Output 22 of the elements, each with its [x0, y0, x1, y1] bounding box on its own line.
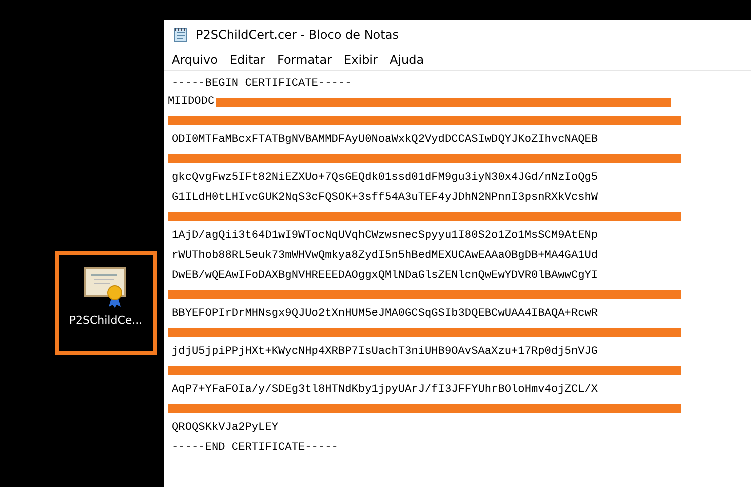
notepad-icon: [173, 27, 189, 43]
text-line: AqP7+YFaFOIa/y/SDEg3tl8HTNdKby1jpyUArJ/fI3JFFYUhrBOloHmv4ojZCL/X: [172, 383, 598, 398]
text-line: gkcQvgFwz5IFt82NiEZXUo+7QsGEQdk01ssd01dFM9gu3iyN30x4JGd/nNzIoQg5: [172, 171, 598, 186]
icon-label: P2SChildCe...: [69, 314, 143, 327]
menu-item[interactable]: Formatar: [271, 53, 338, 67]
text-line: rWUThob88RL5euk73mWHVwQmkya8ZydI5n5hBedMEXUCAwEAAaOBgDB+MA4GA1Ud: [172, 249, 598, 264]
text-line: DwEB/wQEAwIFoDAXBgNVHREEEDAOggxQMlNDaGlsZENlcnQwEwYDVR0lBAwwCgYI: [172, 269, 598, 284]
menu-item[interactable]: Exibir: [338, 53, 384, 67]
text-line: BBYEFOPIrDrMHNsgx9QJUo2tXnHUM5eJMA0GCSqGSIb3DQEBCwUAA4IBAQA+RcwR: [172, 307, 598, 322]
text-line: MIIDODC: [168, 95, 215, 110]
text-line: 1AjD/agQii3t64D1wI9WTocNqUVqhCWzwsnecSpyyu1I80S2o1Zo1MsSCM9AtENp: [172, 229, 598, 244]
menu-item[interactable]: Arquivo: [166, 53, 224, 67]
menu-item[interactable]: Ajuda: [384, 53, 430, 67]
text-line: QROQSKkVJa2PyLEY: [172, 421, 279, 436]
desktop-icon[interactable]: P2SChildCe...: [55, 251, 157, 355]
text-line: -----END CERTIFICATE-----: [172, 441, 338, 456]
text-line: G1ILdH0tLHIvcGUK2NqS3cFQSOK+3sff54A3uTEF4yJDhN2NPnnI3psnRXkVcshW: [172, 191, 598, 206]
text-line: jdjU5jpiPPjHXt+KWycNHp4XRBP7IsUachT3niUHB9OAvSAaXzu+17Rp0dj5nVJG: [172, 345, 598, 360]
text-line: -----BEGIN CERTIFICATE-----: [172, 77, 352, 92]
menu-item[interactable]: Editar: [224, 53, 272, 67]
window-title: P2SChildCert.cer - Bloco de Notas: [196, 28, 399, 42]
text-line: ODI0MTFaMBcxFTATBgNVBAMMDFAyU0NoaWxkQ2VydDCCASIwDQYJKoZIhvcNAQEB: [172, 133, 598, 148]
